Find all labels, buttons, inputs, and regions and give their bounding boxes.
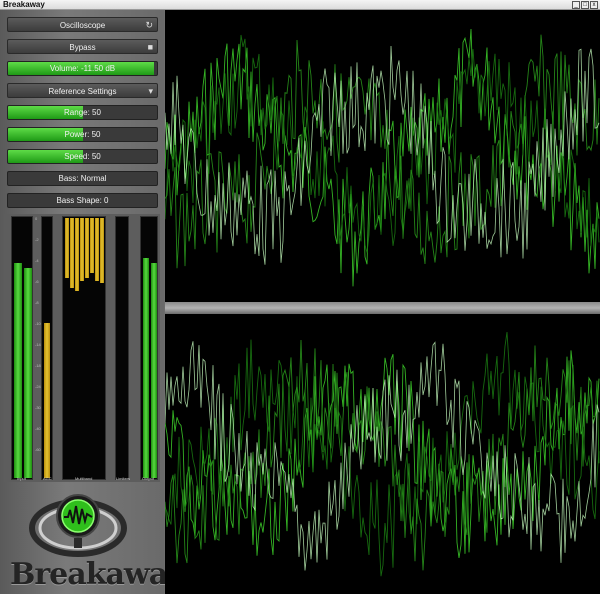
agc-meter: AGC [41,216,53,481]
close-icon[interactable]: x [590,1,598,9]
scope-divider[interactable] [165,302,600,314]
scale-tick-label: -30 [35,405,41,410]
input-meter-bar-left [14,263,22,478]
output-meter-bar-right [151,263,157,478]
limiters-meter-label: Limiters [116,476,131,481]
bass-label: Bass: Normal [58,174,107,183]
bass-slider[interactable]: Bass: Normal [7,171,158,186]
multiband-bar [65,218,69,278]
speed-label: Speed: 50 [64,152,101,161]
level-meters: Input 0 -2 -4 -6 -8 -10 -14 -18 -24 -30 -40 -60 AGC… [4,214,160,482]
power-slider[interactable]: Power: 50 [7,127,158,142]
output-meter-bar-left [143,258,149,478]
power-label: Power: 50 [64,130,101,139]
scope-trace-line [165,45,600,265]
bypass-label: Bypass [69,43,96,52]
scale-tick-label: -60 [35,447,41,452]
breakaway-logo: Breakaway [0,490,185,594]
refresh-icon: ↻ [145,20,153,30]
maximize-icon[interactable]: □ [581,1,589,9]
brand-wordmark: Breakaway [10,557,185,592]
multiband-bar [75,218,79,291]
agc-meter-label: AGC [43,476,52,481]
window-title: Breakaway [3,0,45,9]
volume-label: Volume: -11.50 dB [49,64,116,73]
multiband-bar [95,218,99,281]
multiband-bar [100,218,104,283]
oscilloscope-label: Oscilloscope [59,21,106,30]
scale-tick-label: -18 [35,363,41,368]
scope-trace-line [165,331,600,577]
scale-tick-label: -8 [35,300,39,305]
speed-slider[interactable]: Speed: 50 [7,149,158,164]
multiband-meter: Multiband [62,216,106,481]
scale-tick-label: -24 [35,384,41,389]
bass-shape-slider[interactable]: Bass Shape: 0 [7,193,158,208]
multiband-meter-label: Multiband [75,476,93,481]
reference-settings-dropdown[interactable]: Reference Settings ▾ [7,83,158,98]
multiband-bar [85,218,89,278]
output-meter-label: Output [142,476,155,481]
limiters-meter: Limiters [115,216,131,481]
input-meter-label: Input [17,476,26,481]
output-meter: Output [140,216,158,481]
oscilloscope-bottom-trace [165,331,600,577]
range-slider[interactable]: Range: 50 [7,105,158,120]
logo-emblem-icon [29,494,127,557]
title-bar[interactable]: Breakaway _ □ x [0,0,600,10]
volume-slider[interactable]: Volume: -11.50 dB [7,61,158,76]
square-icon: ■ [147,42,153,52]
range-label: Range: 50 [64,108,101,117]
scale-tick-label: -4 [35,258,39,263]
window-controls: _ □ x [572,1,598,9]
oscilloscope-top-trace [165,28,600,287]
minimize-icon[interactable]: _ [572,1,580,9]
bypass-button[interactable]: Bypass ■ [7,39,158,54]
multiband-bar [80,218,84,281]
scale-tick-label: -40 [35,426,41,431]
agc-meter-bar [44,323,50,478]
oscilloscope-button[interactable]: Oscilloscope ↻ [7,17,158,32]
multiband-bar [70,218,74,288]
scope-trace-line [165,34,600,269]
scope-trace-line [165,339,600,571]
reference-settings-label: Reference Settings [48,87,117,96]
scale-tick-label: -6 [35,279,39,284]
app-window: Breakaway _ □ x Oscilloscope ↻ Bypass ■ … [0,0,600,594]
multiband-bar [90,218,94,273]
caret-down-icon: ▾ [148,86,153,96]
input-meter-bar-right [24,268,32,478]
scale-tick-label: 0 [35,216,38,221]
oscilloscope-display [165,10,600,594]
bass-shape-label: Bass Shape: 0 [56,196,109,205]
scale-tick-label: -2 [35,237,39,242]
scale-tick-label: -10 [35,321,41,326]
scale-tick-label: -14 [35,342,41,347]
input-meter: Input [11,216,33,481]
